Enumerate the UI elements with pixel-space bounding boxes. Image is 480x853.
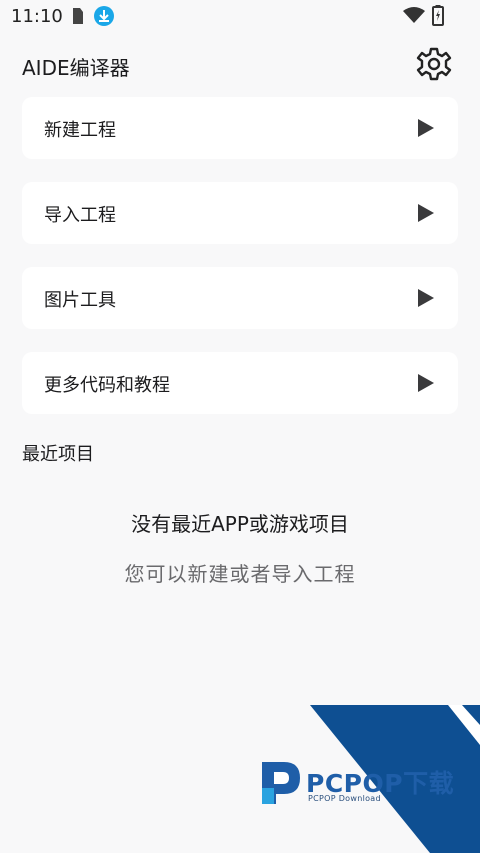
pcpop-logo-icon bbox=[262, 762, 300, 804]
play-arrow-icon bbox=[418, 289, 434, 307]
menu-item-label: 新建工程 bbox=[44, 120, 116, 141]
menu-item-label: 导入工程 bbox=[44, 205, 116, 226]
app-title: AIDE编译器 bbox=[22, 56, 130, 80]
menu-item-label: 更多代码和教程 bbox=[44, 375, 170, 396]
wifi-icon bbox=[403, 7, 425, 23]
menu-item-image-tools[interactable]: 图片工具 bbox=[22, 267, 458, 329]
battery-charging-icon bbox=[432, 5, 444, 26]
play-arrow-icon bbox=[418, 374, 434, 392]
menu-item-new-project[interactable]: 新建工程 bbox=[22, 97, 458, 159]
status-bar: 11:10 bbox=[0, 0, 480, 34]
recent-projects-heading: 最近项目 bbox=[22, 444, 94, 465]
watermark-subtitle: PCPOP Download bbox=[308, 794, 381, 803]
menu-item-label: 图片工具 bbox=[44, 290, 116, 311]
play-arrow-icon bbox=[418, 119, 434, 137]
status-time: 11:10 bbox=[11, 6, 63, 27]
download-icon bbox=[94, 6, 114, 26]
menu-item-more-code-tutorials[interactable]: 更多代码和教程 bbox=[22, 352, 458, 414]
menu-item-import-project[interactable]: 导入工程 bbox=[22, 182, 458, 244]
empty-state-subtitle: 您可以新建或者导入工程 bbox=[124, 562, 356, 586]
settings-gear-icon[interactable] bbox=[416, 46, 452, 82]
empty-state-title: 没有最近APP或游戏项目 bbox=[131, 512, 349, 536]
sim-card-icon bbox=[73, 8, 83, 24]
play-arrow-icon bbox=[418, 204, 434, 222]
